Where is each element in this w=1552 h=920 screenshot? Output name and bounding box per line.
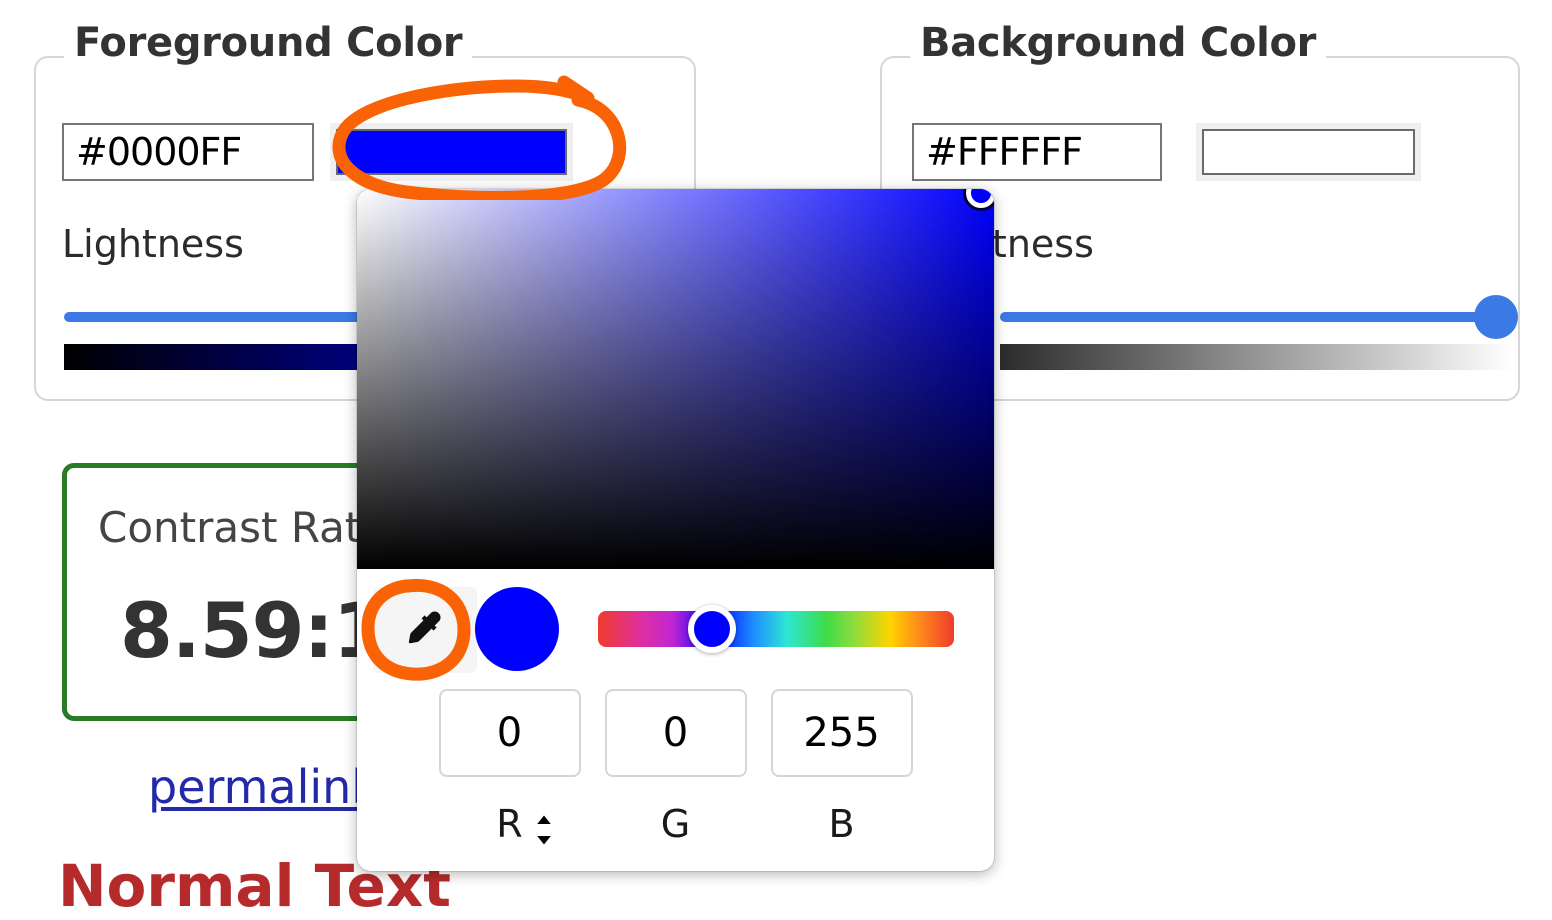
contrast-checker-page: Foreground Color #0000FF Lightness Backg…	[0, 0, 1552, 920]
background-swatch-fill	[1202, 129, 1415, 175]
hue-slider-thumb[interactable]	[687, 605, 736, 653]
blue-channel-label: B	[828, 802, 855, 846]
background-lightness-thumb[interactable]	[1474, 295, 1518, 339]
blue-channel-input[interactable]: 255	[770, 689, 913, 777]
foreground-swatch-fill	[336, 129, 567, 175]
color-picker-popup[interactable]: 0 0 255 R G B	[357, 189, 994, 871]
chevron-up-down-icon	[537, 815, 551, 845]
picker-controls-row	[357, 569, 994, 689]
hue-slider[interactable]	[598, 605, 954, 653]
saturation-value-handle[interactable]	[966, 189, 994, 208]
rgb-labels-row: R G B	[357, 789, 994, 859]
eyedropper-icon	[408, 611, 441, 644]
rgb-inputs-row: 0 0 255	[357, 689, 994, 799]
green-channel-label: G	[660, 802, 691, 846]
color-format-toggle[interactable]	[524, 808, 564, 852]
saturation-value-area[interactable]	[357, 189, 994, 569]
permalink-link[interactable]: permalink	[148, 760, 378, 814]
foreground-hex-input[interactable]: #0000FF	[62, 123, 314, 181]
foreground-color-swatch[interactable]	[330, 123, 573, 181]
contrast-ratio-title: Contrast Ratio	[98, 503, 399, 552]
contrast-ratio-value: 8.59:1	[120, 586, 386, 675]
color-preview-dot	[475, 587, 559, 671]
red-channel-input[interactable]: 0	[438, 689, 581, 777]
background-lightness-slider[interactable]	[1000, 295, 1518, 339]
background-color-swatch[interactable]	[1196, 123, 1421, 181]
foreground-legend: Foreground Color	[64, 20, 473, 66]
green-channel-input[interactable]: 0	[604, 689, 747, 777]
eyedropper-button[interactable]	[373, 587, 477, 673]
foreground-lightness-label: Lightness	[62, 222, 244, 266]
background-legend: Background Color	[910, 20, 1327, 66]
background-lightness-gradient	[1000, 344, 1513, 370]
background-hex-input[interactable]: #FFFFFF	[912, 123, 1162, 181]
